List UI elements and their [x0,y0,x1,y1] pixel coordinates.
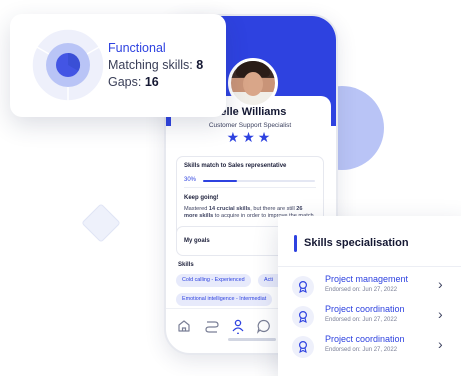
person-icon[interactable] [230,318,246,334]
gaps-label: Gaps: [108,75,145,89]
chevron-right-icon[interactable]: › [438,336,443,352]
specialisation-name[interactable]: Project coordination [325,334,405,344]
avatar-face [243,72,263,96]
chat-icon[interactable] [256,318,272,334]
divider [184,187,316,188]
my-goals-label: My goals [184,238,210,244]
badge-icon [292,306,314,328]
keep-going-heading: Keep going! [184,195,219,201]
gaps-line: Gaps: 16 [108,75,159,89]
avatar[interactable] [228,58,278,108]
skills-match-title: Skills match to Sales representative [184,163,287,169]
matching-skills-label: Matching skills: [108,58,197,72]
route-icon[interactable] [204,318,220,334]
specialisation-endorsed-date: Endorsed on: Jun 27, 2022 [325,287,398,293]
specialisation-item[interactable]: Project coordination Endorsed on: Jun 27… [278,334,461,364]
skill-chip[interactable]: Cold calling - Experienced [176,274,251,287]
decorative-diamond [81,203,121,243]
specialisation-item[interactable]: Project coordination Endorsed on: Jun 27… [278,304,461,334]
skills-match-percent: 30% [184,177,197,183]
functional-title: Functional [108,41,166,55]
gaps-value: 16 [144,75,159,89]
skills-match-progress [203,179,315,182]
specialisation-endorsed-date: Endorsed on: Jun 27, 2022 [325,317,398,323]
desc-text: , but there are still [250,206,297,212]
functional-summary-card: Functional Matching skills: 8 Gaps: 16 [10,14,226,117]
skill-chip[interactable]: Emotional intelligence - Intermediat [176,293,273,306]
chevron-right-icon[interactable]: › [438,306,443,322]
divider [278,266,461,267]
matching-skills-line: Matching skills: 8 [108,58,203,72]
skills-donut-chart [31,28,105,102]
skills-specialisation-panel: Skills specialisation Project management… [278,216,461,376]
skills-match-progress-fill [203,179,237,182]
specialisation-name[interactable]: Project coordination [325,304,405,314]
profile-role: Customer Support Specialist [208,122,292,129]
matching-skills-value: 8 [196,58,204,72]
badge-icon [292,276,314,298]
desc-crucial-skills: 14 crucial skills [208,206,251,212]
desc-text: Mastered [184,206,209,212]
section-accent-bar [294,235,297,252]
badge-icon [292,336,314,358]
home-icon[interactable] [176,318,192,334]
skills-heading: Skills [178,262,194,268]
specialisation-item[interactable]: Project management Endorsed on: Jun 27, … [278,274,461,304]
specialisation-name[interactable]: Project management [325,274,408,284]
specialisation-endorsed-date: Endorsed on: Jun 27, 2022 [325,347,398,353]
rating-stars: ★★★ [226,129,274,145]
home-indicator [228,338,276,341]
skills-specialisation-title: Skills specialisation [304,237,409,249]
chevron-right-icon[interactable]: › [438,276,443,292]
